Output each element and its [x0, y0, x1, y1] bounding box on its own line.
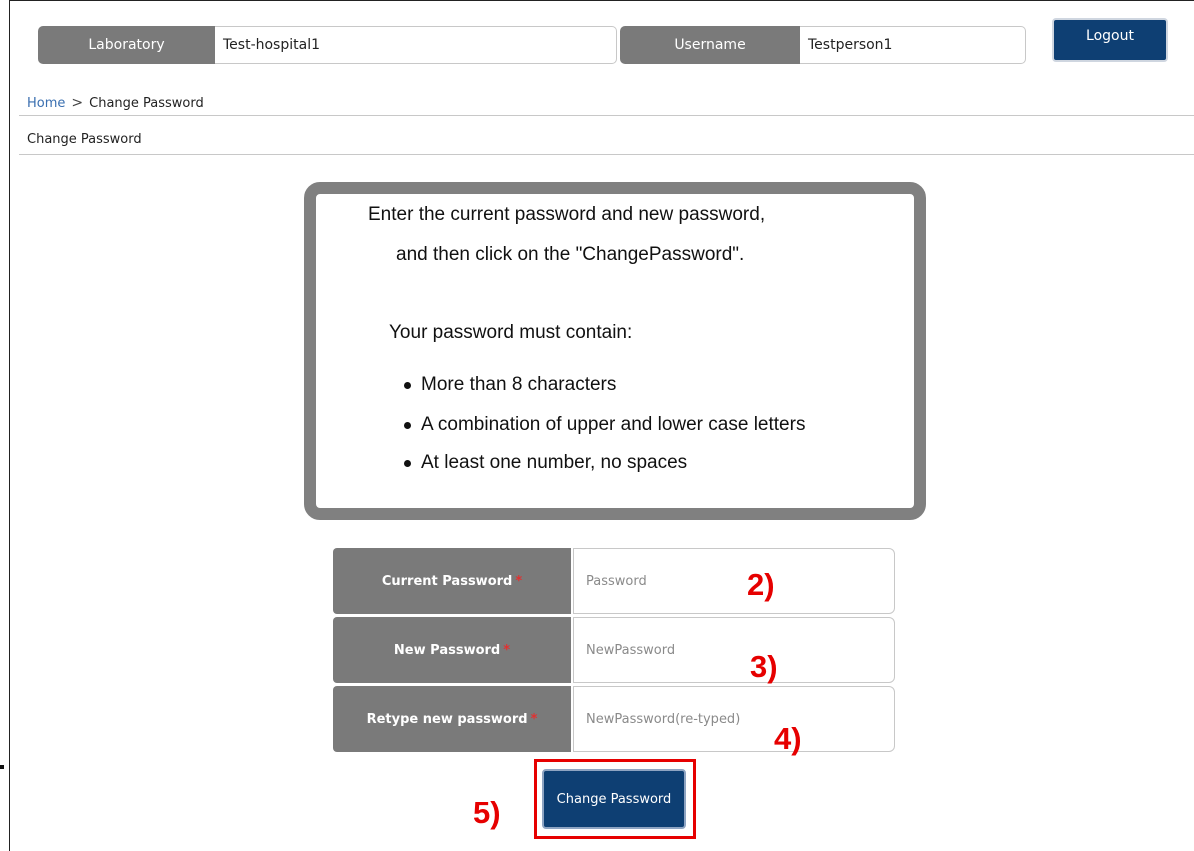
breadcrumb-separator: > — [71, 95, 84, 111]
username-value: Testperson1 — [800, 26, 1026, 64]
password-rule: More than 8 characters — [404, 374, 616, 396]
bullet-icon — [404, 459, 411, 467]
bullet-icon — [404, 381, 411, 389]
laboratory-value: Test-hospital1 — [215, 26, 617, 64]
new-password-label: New Password * — [333, 617, 571, 683]
new-password-input[interactable] — [573, 617, 895, 683]
required-marker: * — [503, 642, 511, 658]
laboratory-label: Laboratory — [38, 26, 215, 64]
instruction-line-2: and then click on the "ChangePassword". — [396, 244, 745, 265]
current-password-label: Current Password * — [333, 548, 571, 614]
required-marker: * — [515, 573, 523, 589]
step-annotation-3: 3) — [750, 649, 778, 684]
divider — [19, 154, 1194, 155]
step-annotation-4: 4) — [774, 721, 802, 756]
bullet-icon — [404, 421, 411, 429]
breadcrumb: Home > Change Password — [27, 95, 204, 111]
change-password-button[interactable]: Change Password — [542, 769, 686, 829]
step-annotation-2: 2) — [747, 567, 775, 602]
logout-button[interactable]: Logout — [1052, 18, 1168, 62]
current-password-input[interactable] — [573, 548, 895, 614]
page-frame: Laboratory Test-hospital1 Username Testp… — [9, 0, 1194, 851]
instruction-line-3: Your password must contain: — [389, 322, 633, 343]
stray-dot — [0, 765, 4, 769]
retype-password-label: Retype new password * — [333, 686, 571, 752]
retype-password-input[interactable] — [573, 686, 895, 752]
username-label: Username — [620, 26, 800, 64]
divider — [19, 115, 1194, 116]
password-rule: A combination of upper and lower case le… — [404, 414, 805, 436]
required-marker: * — [530, 711, 538, 727]
page-title: Change Password — [27, 132, 142, 147]
instruction-line-1: Enter the current password and new passw… — [368, 204, 766, 225]
step-annotation-5: 5) — [473, 795, 501, 830]
breadcrumb-home-link[interactable]: Home — [27, 96, 65, 111]
breadcrumb-current: Change Password — [89, 95, 204, 111]
password-rule: At least one number, no spaces — [404, 452, 687, 474]
instructions-box: Enter the current password and new passw… — [304, 182, 926, 520]
